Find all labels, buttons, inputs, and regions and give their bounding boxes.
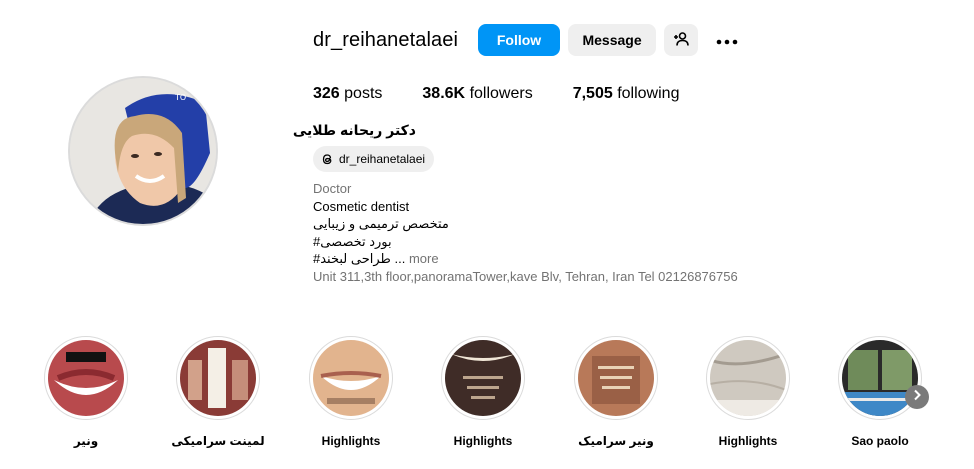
message-button[interactable]: Message — [568, 24, 657, 56]
profile-category: Doctor — [313, 181, 352, 196]
more-options-icon — [716, 32, 738, 48]
window-view-thumb-icon — [842, 340, 918, 416]
highlight-item[interactable]: Highlights — [296, 336, 406, 448]
bio-line: بورد تخصصی# — [313, 233, 392, 249]
smile-thumb-icon — [313, 340, 389, 416]
highlight-label: ونیر سرامیک — [578, 434, 654, 448]
options-button[interactable] — [710, 24, 744, 56]
following-stat[interactable]: 7,505 following — [573, 85, 680, 103]
highlight-item[interactable]: Highlights — [693, 336, 803, 448]
threads-handle: dr_reihanetalaei — [339, 152, 426, 166]
threads-link[interactable]: dr_reihanetalaei — [313, 146, 435, 172]
highlight-label: لمینت سرامیکی — [171, 434, 265, 448]
address: Unit 311,3th floor,panoramaTower,kave Bl… — [313, 268, 738, 284]
highlight-label: Sao paolo — [851, 434, 909, 448]
highlight-item[interactable]: Highlights — [428, 336, 538, 448]
highlight-label: ونیر — [73, 434, 99, 448]
posts-label: posts — [344, 85, 383, 102]
bio-more-link[interactable]: more — [409, 251, 439, 266]
ceramic-veneer-thumb-icon — [578, 340, 654, 416]
highlights-tray: ونیر لمینت سرامیکی Highlights Highlights… — [0, 336, 974, 469]
svg-text:TO: TO — [174, 93, 186, 102]
add-user-icon — [673, 31, 689, 50]
profile-header: dr_reihanetalaei Follow Message — [313, 24, 752, 56]
highlight-item[interactable]: ونیر سرامیک — [561, 336, 671, 448]
avatar-image: TO — [70, 78, 216, 224]
highlight-label: Highlights — [453, 434, 513, 448]
highlight-label: Highlights — [321, 434, 381, 448]
suggest-user-button[interactable] — [664, 24, 699, 56]
bio-line: ... طراحی لبخند# — [313, 251, 406, 266]
followers-count: 38.6K — [422, 85, 466, 102]
marble-thumb-icon — [710, 340, 786, 416]
highlights-next-button[interactable] — [905, 385, 929, 409]
chevron-right-icon — [912, 388, 922, 406]
followers-stat[interactable]: 38.6K followers — [422, 85, 532, 103]
following-label: following — [617, 85, 680, 102]
veneer-smile-thumb-icon — [48, 340, 124, 416]
ceramic-laminate-thumb-icon — [180, 340, 256, 416]
following-count: 7,505 — [572, 85, 613, 102]
teeth-text-thumb-icon — [445, 340, 521, 416]
threads-icon — [320, 152, 334, 166]
username: dr_reihanetalaei — [313, 28, 459, 51]
profile-stats: 326 posts 38.6K followers 7,505 followin… — [313, 85, 719, 103]
profile-avatar[interactable]: TO — [68, 76, 218, 226]
followers-label: followers — [469, 85, 533, 102]
posts-stat: 326 posts — [313, 85, 382, 103]
posts-count: 326 — [313, 85, 340, 102]
highlight-label: Highlights — [718, 434, 778, 448]
bio: Doctor Cosmetic dentist متخصص ترمیمی و ز… — [313, 180, 738, 285]
bio-line: متخصص ترمیمی و زیبایی — [313, 216, 449, 231]
follow-button[interactable]: Follow — [478, 24, 561, 56]
highlight-item[interactable]: لمینت سرامیکی — [163, 336, 273, 448]
full-name: دکتر ریحانه طلایی — [292, 122, 416, 138]
highlight-item[interactable]: ونیر — [31, 336, 141, 448]
bio-line: Cosmetic dentist — [313, 198, 410, 214]
